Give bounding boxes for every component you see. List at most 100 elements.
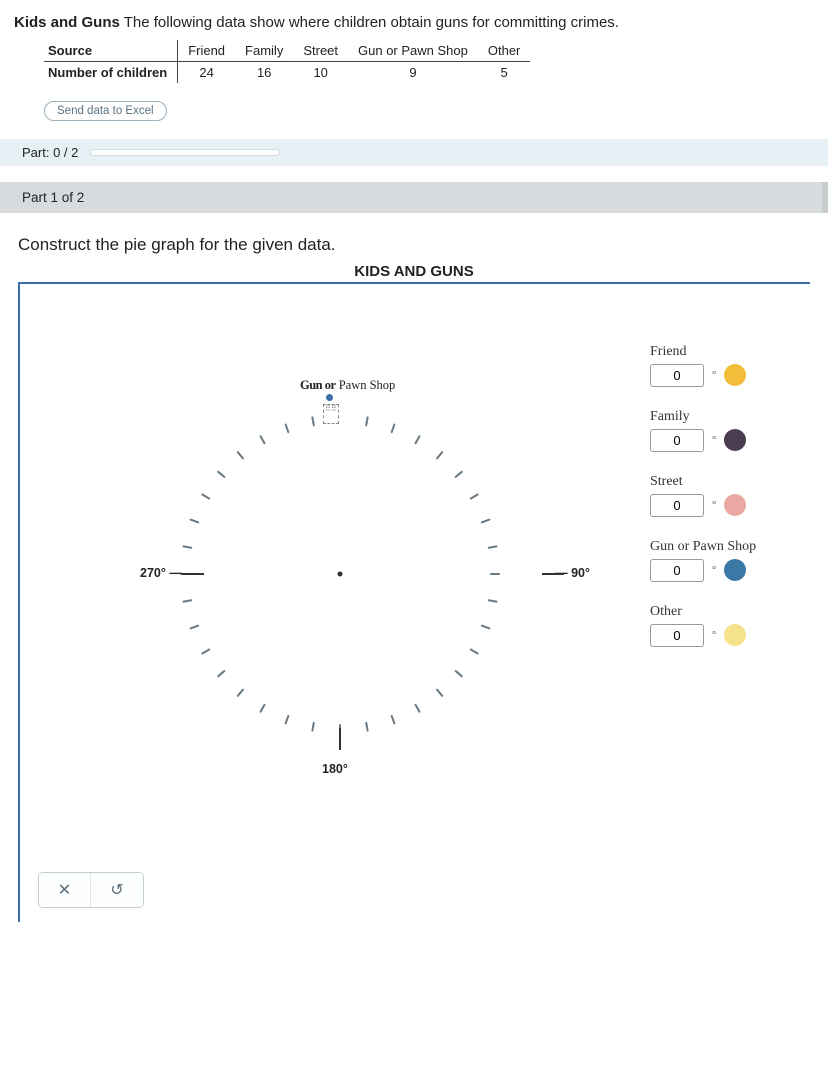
tick-mark [201,493,211,500]
legend-degree-input[interactable] [650,494,704,517]
tick-mark [259,435,266,445]
tick-mark [469,493,479,500]
legend-label: Other [650,604,800,620]
legend-label: Family [650,409,800,425]
color-swatch[interactable] [724,624,746,646]
data-table: Source Friend Family Street Gun or Pawn … [44,40,530,83]
axis-tick-90 [542,573,564,575]
progress-track [90,149,280,156]
tick-mark [217,670,226,678]
table-col-0: Friend [178,40,235,62]
legend-row: Family ° [650,409,800,452]
table-col-4: Other [478,40,531,62]
tick-mark [390,423,395,433]
table-col-2: Street [293,40,348,62]
degree-unit: ° [712,369,716,381]
legend-row: Street ° [650,474,800,517]
color-swatch[interactable] [724,559,746,581]
pointer-drag-handle-icon[interactable]: ⠿⠿⠿ [323,404,339,424]
tick-mark [236,688,244,697]
tick-mark [414,704,421,714]
tick-mark [469,648,479,655]
axis-label-180: 180° [322,762,348,776]
chart-frame: Gun or Pawn Shop ⠿⠿⠿ — 90° 180° 270° — F… [18,282,810,922]
chart-title: KIDS AND GUNS [14,263,814,280]
tick-mark [454,471,463,479]
stacked-slice-labels: Gun or Pawn Shop [300,378,395,393]
legend-row: Friend ° [650,344,800,387]
legend-degree-input[interactable] [650,429,704,452]
send-to-excel-button[interactable]: Send data to Excel [44,101,167,121]
degree-unit: ° [712,629,716,641]
axis-tick-270 [182,573,204,575]
tick-mark [189,625,199,630]
close-icon: ✕ [58,880,71,900]
pie-center-dot [338,572,343,577]
degree-unit: ° [712,564,716,576]
part-progress-label: Part: 0 / 2 [22,145,78,160]
legend-degree-input[interactable] [650,624,704,647]
table-row1-label: Source [44,40,178,62]
tick-mark [236,451,244,460]
slice-label-pawn: Pawn Shop [336,378,396,392]
legend-row: Gun or Pawn Shop ° [650,539,800,582]
part-header: Part 1 of 2 [0,182,828,213]
tick-mark [414,435,421,445]
tick-mark [488,599,498,603]
part-progress-bar: Part: 0 / 2 [0,139,828,166]
table-val-1: 16 [235,61,293,83]
legend-label: Street [650,474,800,490]
axis-label-270: 270° — [140,566,182,580]
legend-label: Friend [650,344,800,360]
tick-mark [481,518,491,523]
table-val-3: 9 [348,61,478,83]
tick-mark [284,423,289,433]
legend-label: Gun or Pawn Shop [650,539,800,555]
tick-mark [436,451,444,460]
table-col-3: Gun or Pawn Shop [348,40,478,62]
problem-title-bold: Kids and Guns [14,14,120,31]
tick-mark [454,670,463,678]
undo-button[interactable]: ↺ [91,873,143,907]
tick-mark [311,722,315,732]
chart-toolbar: ✕ ↺ [38,872,144,908]
table-val-0: 24 [178,61,235,83]
color-swatch[interactable] [724,429,746,451]
color-swatch[interactable] [724,494,746,516]
instruction-text: Construct the pie graph for the given da… [18,235,810,255]
legend-degree-input[interactable] [650,364,704,387]
table-row2-label: Number of children [44,61,178,83]
problem-title-rest: The following data show where children o… [120,14,619,31]
tick-mark [217,471,226,479]
tick-mark [259,704,266,714]
tick-mark [481,625,491,630]
axis-tick-180 [339,728,341,750]
tick-mark [436,688,444,697]
legend-panel: Friend°Family°Street°Gun or Pawn Shop°Ot… [650,304,800,669]
table-col-1: Family [235,40,293,62]
tick-mark [182,545,192,549]
pie-canvas[interactable]: Gun or Pawn Shop ⠿⠿⠿ — 90° 180° 270° — [30,304,650,824]
problem-statement: Kids and Guns The following data show wh… [14,12,814,34]
slice-label-overlap: Gun or [300,378,336,392]
tick-mark [201,648,211,655]
tick-mark [311,416,315,426]
clear-button[interactable]: ✕ [39,873,91,907]
tick-mark [490,573,500,575]
legend-degree-input[interactable] [650,559,704,582]
tick-mark [182,599,192,603]
tick-mark [365,416,369,426]
degree-unit: ° [712,499,716,511]
tick-mark [488,545,498,549]
table-val-2: 10 [293,61,348,83]
tick-mark [284,715,289,725]
legend-row: Other ° [650,604,800,647]
undo-icon: ↺ [110,880,123,900]
tick-mark [189,518,199,523]
tick-mark [365,722,369,732]
table-val-4: 5 [478,61,531,83]
color-swatch[interactable] [724,364,746,386]
pointer-dot-icon [326,394,333,401]
tick-mark [390,715,395,725]
degree-unit: ° [712,434,716,446]
